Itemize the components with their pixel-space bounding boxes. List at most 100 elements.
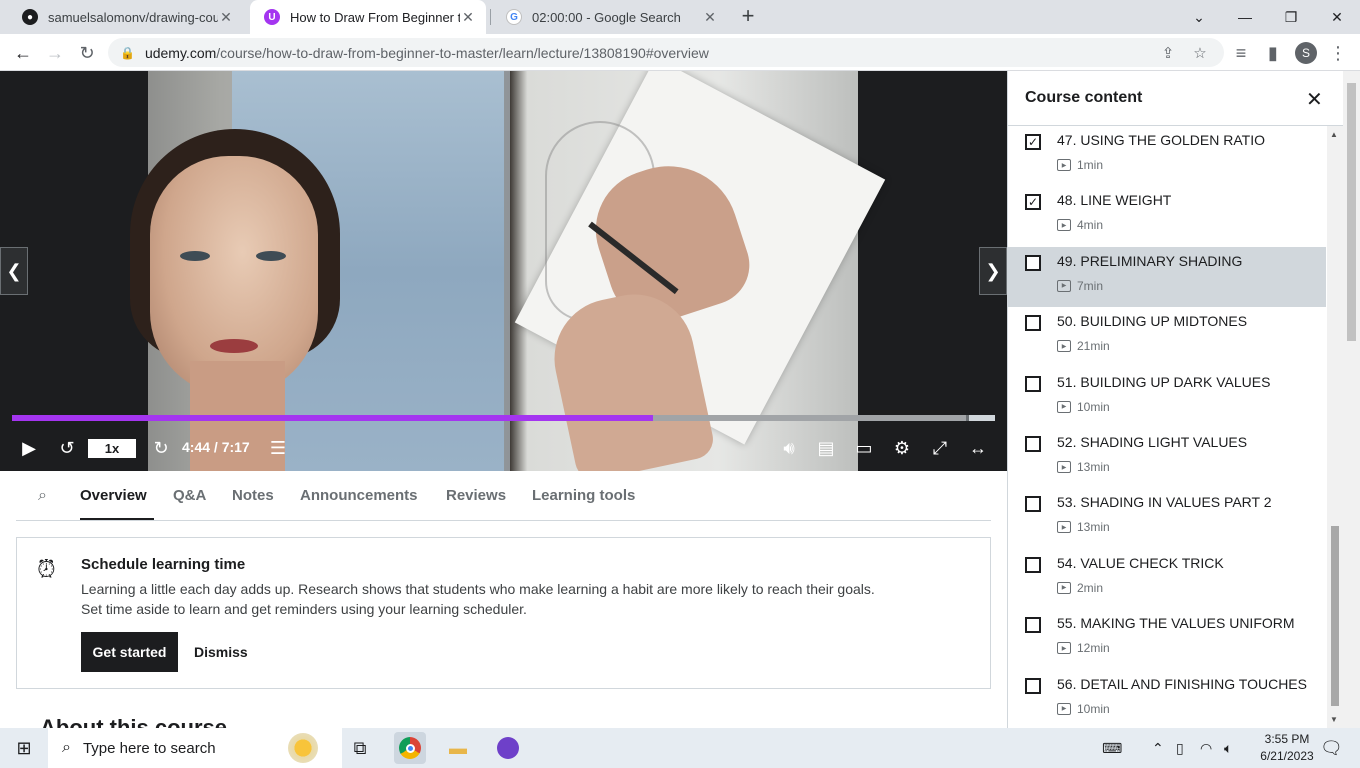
- tab-announcements[interactable]: Announcements: [300, 487, 418, 504]
- fullscreen-icon[interactable]: ⤢: [926, 433, 954, 463]
- page-scrollbar[interactable]: [1343, 71, 1360, 728]
- forward-arrow-icon[interactable]: →: [42, 40, 68, 66]
- browser-tab-udemy[interactable]: U How to Draw From Beginner to M ✕: [250, 0, 486, 34]
- lecture-checkbox[interactable]: [1025, 617, 1041, 634]
- lecture-meta: ▶ 13min: [1057, 460, 1110, 474]
- lecture-meta: ▶ 4min: [1057, 218, 1103, 232]
- lecture-item[interactable]: 49. PRELIMINARY SHADING ▶ 7min: [1008, 246, 1326, 307]
- tab-title: How to Draw From Beginner to M: [290, 9, 460, 25]
- previous-lecture-button[interactable]: ❮: [0, 247, 28, 295]
- scroll-up-arrow-icon[interactable]: ▲: [1330, 130, 1338, 139]
- transcript-icon[interactable]: ▤: [814, 433, 838, 463]
- windows-start-icon[interactable]: ⊞: [0, 728, 48, 768]
- close-icon[interactable]: ✕: [1306, 87, 1323, 112]
- task-view-icon[interactable]: ⧉: [344, 732, 376, 764]
- lecture-title: 54. VALUE CHECK TRICK: [1057, 554, 1224, 571]
- scroll-down-arrow-icon[interactable]: ▼: [1330, 715, 1338, 724]
- lecture-checkbox[interactable]: [1025, 677, 1041, 694]
- menu-kebab-icon[interactable]: ⋮: [1325, 40, 1351, 66]
- minimize-button[interactable]: —: [1222, 0, 1268, 34]
- reading-list-icon[interactable]: ≡: [1228, 40, 1254, 66]
- search-icon[interactable]: ⌕: [38, 487, 47, 505]
- next-lecture-button[interactable]: ❯: [979, 247, 1007, 295]
- close-icon[interactable]: ✕: [460, 9, 476, 26]
- lecture-checkbox[interactable]: [1025, 556, 1041, 573]
- file-explorer-icon[interactable]: ▬: [442, 732, 474, 764]
- side-panel-icon[interactable]: ▮: [1260, 40, 1286, 66]
- playback-speed-button[interactable]: 1x: [88, 439, 136, 458]
- page-scrollbar-thumb[interactable]: [1347, 83, 1356, 341]
- chrome-app-icon[interactable]: [394, 732, 426, 764]
- back-arrow-icon[interactable]: ←: [10, 40, 36, 66]
- tab-qa[interactable]: Q&A: [173, 487, 206, 504]
- lecture-item[interactable]: ✓ 48. LINE WEIGHT ▶ 4min: [1008, 186, 1326, 246]
- expand-width-icon[interactable]: ↔: [964, 433, 992, 463]
- notifications-icon[interactable]: 🗨︎: [1320, 728, 1343, 768]
- taskbar-clock[interactable]: 3:55 PM 6/21/2023: [1256, 731, 1318, 765]
- settings-gear-icon[interactable]: ⚙: [888, 433, 916, 463]
- lecture-item[interactable]: 50. BUILDING UP MIDTONES ▶ 21min: [1008, 307, 1326, 367]
- taskbar-search-box[interactable]: ⌕ Type here to search: [48, 728, 342, 768]
- chrome-logo-center: [405, 743, 415, 753]
- lecture-duration: 2min: [1077, 580, 1104, 595]
- lecture-title: 50. BUILDING UP MIDTONES: [1057, 313, 1248, 330]
- browser-tab-github[interactable]: ● samuelsalomonv/drawing-course ✕: [8, 0, 244, 34]
- lecture-checkbox[interactable]: ✓: [1025, 134, 1041, 150]
- tab-learning-tools[interactable]: Learning tools: [532, 487, 635, 504]
- add-note-icon[interactable]: ☰: [264, 433, 292, 463]
- sidebar-scrollbar[interactable]: ▲ ▼: [1327, 126, 1343, 728]
- chrome-logo: [399, 737, 421, 759]
- captions-icon[interactable]: ▭: [850, 433, 878, 463]
- speaker-icon[interactable]: 🔈︎: [1224, 728, 1232, 768]
- lecture-title: 48. LINE WEIGHT: [1057, 192, 1172, 209]
- volume-icon[interactable]: 🔊︎: [776, 433, 802, 463]
- tray-device-icon[interactable]: ▯: [1176, 728, 1184, 768]
- forward-icon[interactable]: ↻: [146, 433, 176, 463]
- rewind-icon[interactable]: ↺: [54, 433, 80, 463]
- video-play-icon: ▶: [1057, 340, 1071, 353]
- lecture-item[interactable]: 56. DETAIL AND FINISHING TOUCHES ▶ 10min: [1008, 670, 1326, 728]
- lecture-checkbox[interactable]: [1025, 315, 1041, 332]
- share-icon[interactable]: ⇪: [1158, 43, 1178, 63]
- github-desktop-icon[interactable]: [492, 732, 524, 764]
- video-player[interactable]: ❮ ❯ ▶ ↺ 1x ↻ 4:44 / 7:17 ☰ 🔊︎ ▤ ▭ ⚙ ⤢ ↔: [0, 71, 1007, 471]
- card-line: Learning a little each day adds up. Rese…: [81, 581, 875, 597]
- close-icon[interactable]: ✕: [218, 9, 234, 26]
- lecture-item[interactable]: 51. BUILDING UP DARK VALUES ▶ 10min: [1008, 368, 1326, 428]
- tray-keyboard-icon[interactable]: ⌨: [1102, 728, 1122, 768]
- lecture-item[interactable]: 53. SHADING IN VALUES PART 2 ▶ 13min: [1008, 488, 1326, 548]
- lecture-item[interactable]: ✓ 47. USING THE GOLDEN RATIO ▶ 1min: [1008, 126, 1326, 186]
- lecture-checkbox[interactable]: ✓: [1025, 194, 1041, 211]
- sidebar-title: Course content: [1025, 89, 1143, 106]
- lecture-meta: ▶ 12min: [1057, 641, 1110, 655]
- get-started-button[interactable]: Get started: [81, 632, 178, 672]
- play-icon[interactable]: ▶: [16, 433, 42, 463]
- restore-button[interactable]: ❐: [1268, 0, 1314, 34]
- reload-icon[interactable]: ↻: [74, 40, 100, 66]
- lecture-checkbox[interactable]: [1025, 375, 1041, 392]
- lecture-item[interactable]: 54. VALUE CHECK TRICK ▶ 2min: [1008, 549, 1326, 609]
- bookmark-star-icon[interactable]: ☆: [1190, 43, 1210, 63]
- close-window-button[interactable]: ✕: [1314, 0, 1360, 34]
- tab-overview[interactable]: Overview: [80, 487, 147, 504]
- lecture-item[interactable]: 52. SHADING LIGHT VALUES ▶ 13min: [1008, 428, 1326, 488]
- dismiss-button[interactable]: Dismiss: [194, 632, 248, 672]
- google-icon: G: [506, 9, 522, 25]
- video-progress-bar[interactable]: [12, 415, 995, 421]
- lecture-item[interactable]: 55. MAKING THE VALUES UNIFORM ▶ 12min: [1008, 609, 1326, 669]
- lecture-checkbox[interactable]: [1025, 496, 1041, 513]
- profile-avatar[interactable]: S: [1295, 42, 1317, 64]
- address-bar[interactable]: 🔒 udemy.com /course/how-to-draw-from-beg…: [108, 38, 1224, 67]
- lecture-checkbox[interactable]: [1025, 436, 1041, 452]
- tray-chevron-up-icon[interactable]: ⌃: [1152, 728, 1164, 768]
- tab-notes[interactable]: Notes: [232, 487, 274, 504]
- lecture-duration: 7min: [1077, 278, 1104, 293]
- scrollbar-thumb[interactable]: [1331, 526, 1339, 706]
- lecture-checkbox[interactable]: [1025, 254, 1041, 271]
- tab-reviews[interactable]: Reviews: [446, 487, 506, 504]
- new-tab-button[interactable]: +: [736, 5, 760, 29]
- wifi-icon[interactable]: ◠: [1200, 728, 1212, 768]
- close-icon[interactable]: ✕: [702, 9, 718, 26]
- browser-tab-google[interactable]: G 02:00:00 - Google Search ✕: [492, 0, 728, 34]
- tab-search-chevron-icon[interactable]: ⌄: [1176, 0, 1222, 34]
